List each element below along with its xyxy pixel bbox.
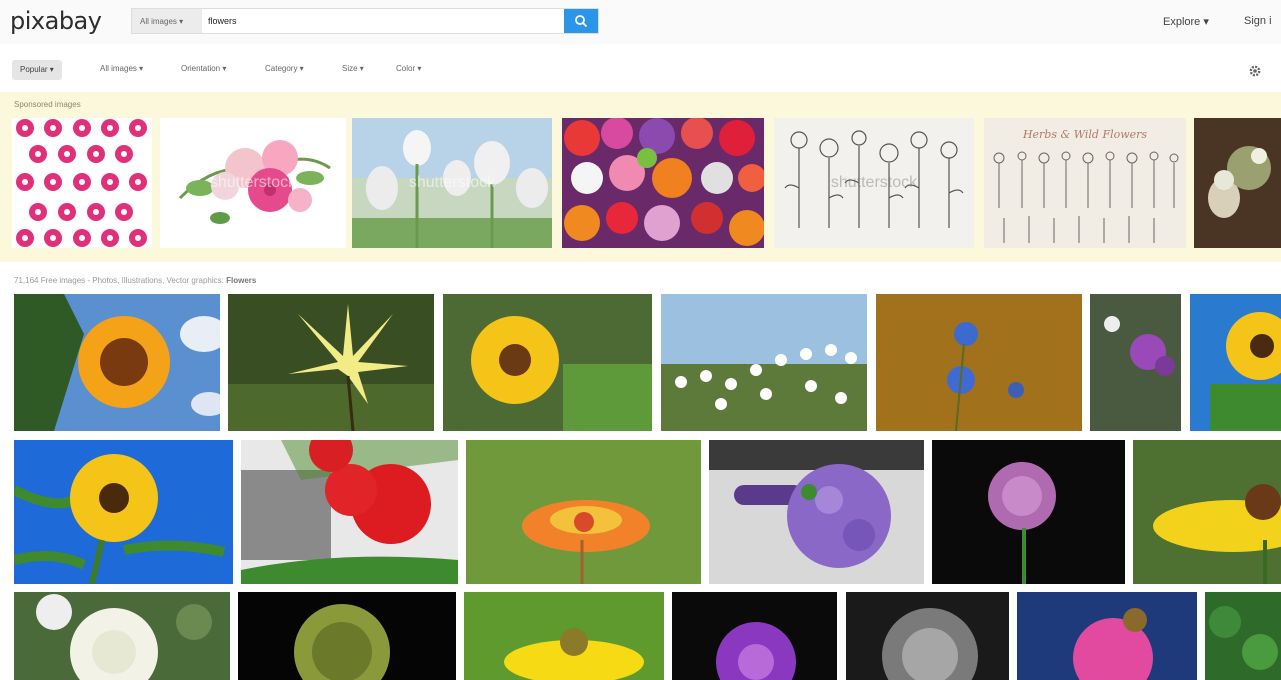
search-button[interactable] xyxy=(564,9,598,33)
sponsored-image[interactable]: shutterstock xyxy=(160,118,346,248)
search-scope-dropdown[interactable]: All images ▾ xyxy=(132,9,202,33)
pixabay-logo[interactable]: pixabay xyxy=(10,7,102,35)
sponsored-image[interactable]: shutterstock xyxy=(352,118,552,248)
filter-all-images[interactable]: All images ▾ xyxy=(100,64,143,73)
sponsored-image[interactable]: shutterstock xyxy=(774,118,974,248)
image-sunflower-sky[interactable] xyxy=(1190,294,1281,431)
watermark: shutterstock xyxy=(830,174,918,191)
watermark: shutterstock xyxy=(408,174,496,191)
results-summary: 71,164 Free images - Photos, Illustratio… xyxy=(14,276,257,285)
image-purple-thistle[interactable] xyxy=(672,592,837,680)
search-icon xyxy=(575,15,588,28)
image-sunflower-blue-sky[interactable] xyxy=(14,440,233,584)
image-yellow-lily[interactable] xyxy=(228,294,434,431)
gear-icon[interactable] xyxy=(1248,64,1262,78)
collection-title: Herbs & Wild Flowers xyxy=(1022,128,1147,141)
image-sunflower-garden[interactable] xyxy=(443,294,652,431)
watermark: shutterstock xyxy=(209,174,297,191)
filter-category[interactable]: Category ▾ xyxy=(265,64,304,73)
image-purple-bouquet[interactable] xyxy=(709,440,924,584)
sponsored-image[interactable] xyxy=(1194,118,1281,248)
image-dandelion-bw[interactable] xyxy=(846,592,1009,680)
filter-color[interactable]: Color ▾ xyxy=(396,64,421,73)
image-red-amaryllis[interactable] xyxy=(241,440,458,584)
search-bar: All images ▾ xyxy=(131,8,599,34)
sponsored-image[interactable] xyxy=(12,118,152,248)
image-daisy-field[interactable] xyxy=(661,294,867,431)
image-yellow-coneflower[interactable] xyxy=(1133,440,1281,584)
filter-orientation[interactable]: Orientation ▾ xyxy=(181,64,226,73)
sponsored-image[interactable] xyxy=(562,118,764,248)
search-input[interactable] xyxy=(202,9,564,33)
top-header: pixabay All images ▾ Explore ▾ Sign i xyxy=(0,0,1281,44)
image-sunflower[interactable] xyxy=(14,294,220,431)
image-pink-flower-bee[interactable] xyxy=(1017,592,1197,680)
sign-in-link[interactable]: Sign i xyxy=(1244,15,1272,27)
image-yellow-flower[interactable] xyxy=(464,592,664,680)
sponsored-label: Sponsored images xyxy=(14,100,81,109)
image-green-sphere[interactable] xyxy=(238,592,456,680)
filter-bar: Popular ▾ All images ▾ Orientation ▾ Cat… xyxy=(0,56,1281,86)
image-cornflowers[interactable] xyxy=(876,294,1082,431)
image-allium[interactable] xyxy=(932,440,1125,584)
image-white-roses[interactable] xyxy=(14,592,230,680)
image-orange-gerbera[interactable] xyxy=(466,440,701,584)
image-purple-flower[interactable] xyxy=(1090,294,1181,431)
image-green-leaves[interactable] xyxy=(1205,592,1281,680)
sponsored-section: Sponsored images shutterstock shuttersto… xyxy=(0,92,1281,262)
filter-popular[interactable]: Popular ▾ xyxy=(12,60,62,80)
explore-menu[interactable]: Explore ▾ xyxy=(1163,15,1209,28)
sponsored-image[interactable]: Herbs & Wild Flowers xyxy=(984,118,1186,248)
filter-size[interactable]: Size ▾ xyxy=(342,64,364,73)
